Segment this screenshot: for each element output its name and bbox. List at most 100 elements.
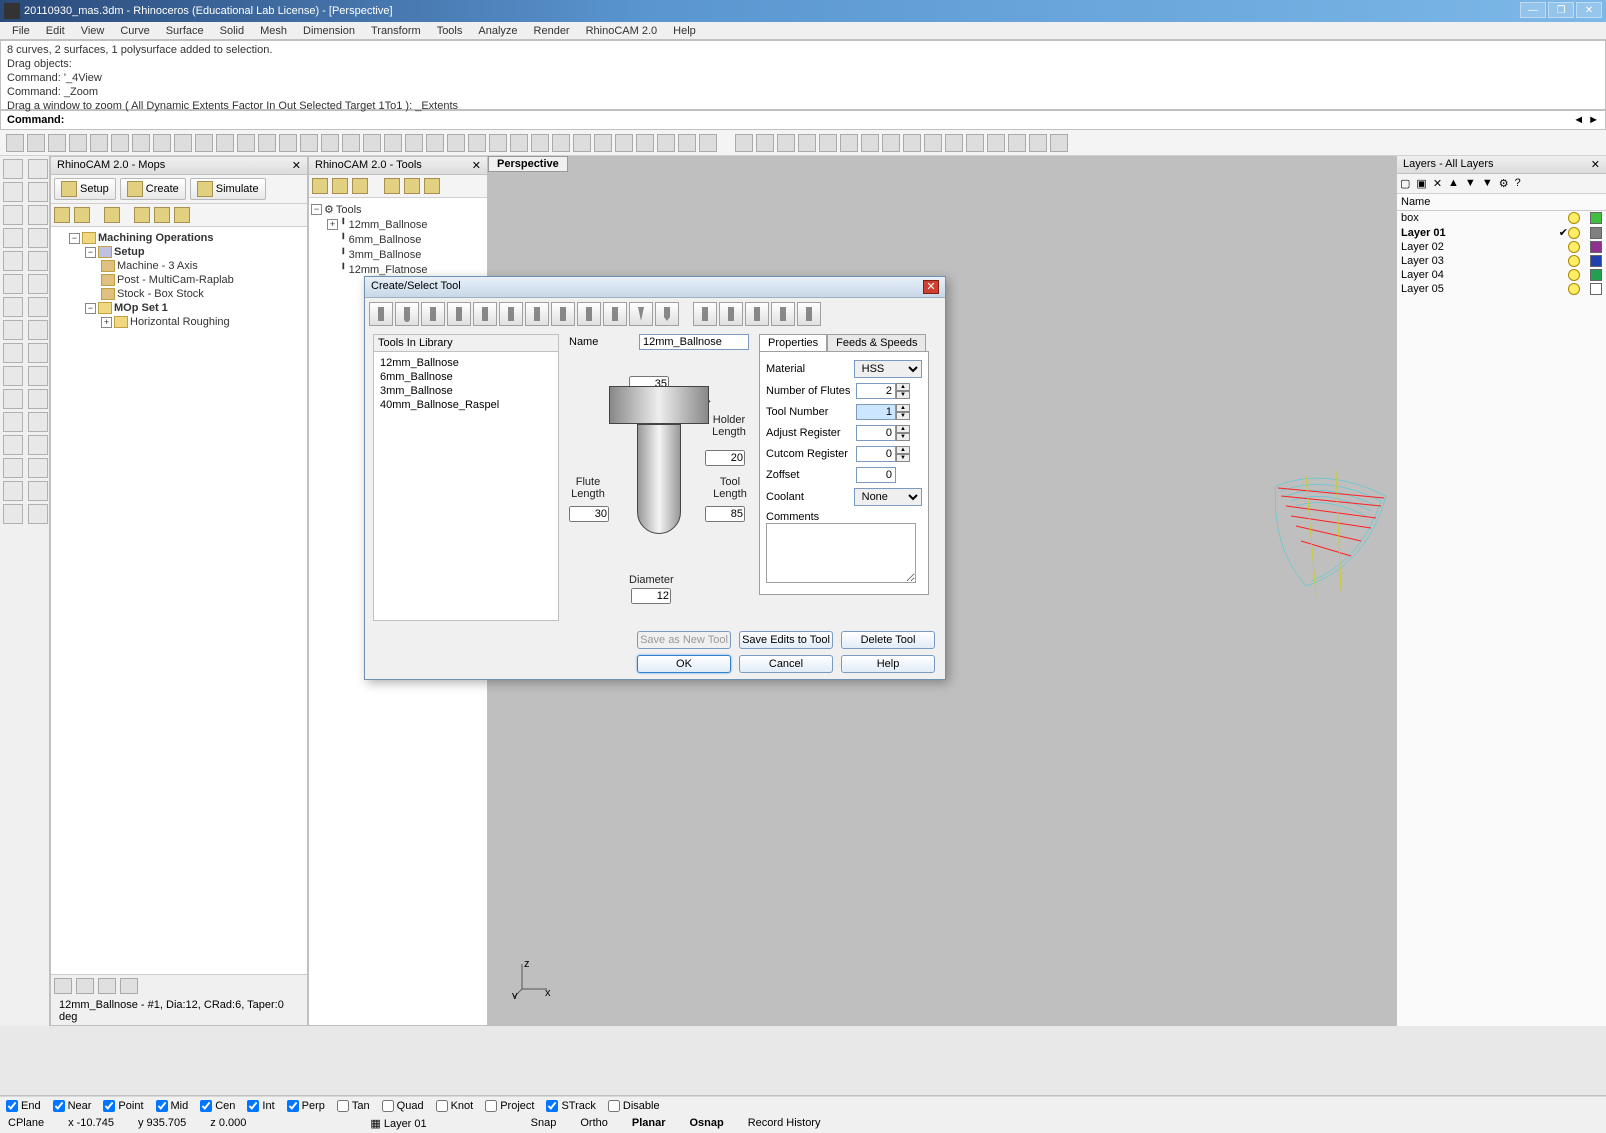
- menu-surface[interactable]: Surface: [158, 23, 212, 39]
- color-swatch[interactable]: [1590, 283, 1602, 295]
- tool-icon[interactable]: [352, 178, 368, 194]
- flute-length-input[interactable]: [569, 506, 609, 522]
- tree-tool-item[interactable]: 6mm_Ballnose: [349, 234, 422, 246]
- layers-icon[interactable]: [531, 134, 549, 152]
- tree-tools-root[interactable]: Tools: [336, 204, 362, 216]
- quad-check[interactable]: [382, 1100, 394, 1112]
- color-icon[interactable]: [552, 134, 570, 152]
- pan-icon[interactable]: [195, 134, 213, 152]
- close-button[interactable]: ✕: [1576, 2, 1602, 18]
- minimize-button[interactable]: —: [1520, 2, 1546, 18]
- dialog-close-button[interactable]: ✕: [923, 280, 939, 294]
- toolbar-icon[interactable]: [74, 207, 90, 223]
- redo-icon[interactable]: [174, 134, 192, 152]
- tooltype-icon[interactable]: [629, 302, 653, 326]
- toolbar-icon[interactable]: [54, 207, 70, 223]
- ortho-toggle[interactable]: Ortho: [580, 1117, 608, 1129]
- print-icon[interactable]: [69, 134, 87, 152]
- box-tool[interactable]: [3, 297, 23, 317]
- properties-icon[interactable]: [573, 134, 591, 152]
- tree-setup[interactable]: Setup: [114, 246, 145, 258]
- help-button[interactable]: Help: [841, 655, 935, 673]
- paste-icon[interactable]: [132, 134, 150, 152]
- menu-tools[interactable]: Tools: [429, 23, 471, 39]
- filter-icon[interactable]: [636, 134, 654, 152]
- cylinder-tool[interactable]: [3, 320, 23, 340]
- unlock-icon[interactable]: [510, 134, 528, 152]
- help-icon[interactable]: [699, 134, 717, 152]
- open-icon[interactable]: [27, 134, 45, 152]
- setup-button[interactable]: Setup: [54, 178, 116, 200]
- panel-close-icon[interactable]: ✕: [472, 159, 481, 172]
- tooltype-icon[interactable]: [421, 302, 445, 326]
- visibility-icon[interactable]: [1568, 212, 1580, 224]
- tool-name-input[interactable]: [639, 334, 749, 350]
- mops-tree[interactable]: −Machining Operations −Setup Machine - 3…: [51, 227, 307, 974]
- point-tool[interactable]: [3, 274, 23, 294]
- layer-row[interactable]: Layer 05: [1397, 282, 1606, 296]
- tools-icon[interactable]: ⚙: [1499, 177, 1509, 190]
- menu-file[interactable]: File: [4, 23, 38, 39]
- toolbar-icon[interactable]: [174, 207, 190, 223]
- library-item[interactable]: 3mm_Ballnose: [378, 384, 554, 398]
- new-sublayer-icon[interactable]: ▣: [1416, 177, 1426, 190]
- save-as-new-button[interactable]: Save as New Tool: [637, 631, 731, 649]
- 4view-icon[interactable]: [342, 134, 360, 152]
- split-tool[interactable]: [28, 435, 48, 455]
- check-icon[interactable]: [1029, 134, 1047, 152]
- tool-length-input[interactable]: [705, 506, 745, 522]
- up-icon[interactable]: ▲: [1448, 177, 1459, 190]
- rotate-icon[interactable]: [216, 134, 234, 152]
- array-tool[interactable]: [3, 504, 23, 524]
- tree-machining-ops[interactable]: Machining Operations: [98, 232, 214, 244]
- color-swatch[interactable]: [1590, 227, 1602, 239]
- dim6-icon[interactable]: [840, 134, 858, 152]
- new-layer-icon[interactable]: ▢: [1400, 177, 1410, 190]
- save-edits-button[interactable]: Save Edits to Tool: [739, 631, 833, 649]
- tooltype-icon[interactable]: [603, 302, 627, 326]
- zoom-window-icon[interactable]: [279, 134, 297, 152]
- color-swatch[interactable]: [1590, 241, 1602, 253]
- menu-view[interactable]: View: [73, 23, 113, 39]
- adjust-input[interactable]: [856, 425, 896, 441]
- visibility-icon[interactable]: [1568, 269, 1580, 281]
- menu-dimension[interactable]: Dimension: [295, 23, 363, 39]
- delete-tool-button[interactable]: Delete Tool: [841, 631, 935, 649]
- tool-icon[interactable]: [332, 178, 348, 194]
- fillet-tool[interactable]: [3, 412, 23, 432]
- icon[interactable]: [76, 978, 94, 994]
- show-icon[interactable]: [468, 134, 486, 152]
- tool-icon[interactable]: [404, 178, 420, 194]
- create-button[interactable]: Create: [120, 178, 186, 200]
- project-check[interactable]: [485, 1100, 497, 1112]
- simulate-button[interactable]: Simulate: [190, 178, 266, 200]
- mirror-tool[interactable]: [28, 504, 48, 524]
- near-check[interactable]: [53, 1100, 65, 1112]
- icon[interactable]: [98, 978, 116, 994]
- tooltype-icon[interactable]: [577, 302, 601, 326]
- layer-row[interactable]: box: [1397, 211, 1606, 225]
- car-icon[interactable]: [363, 134, 381, 152]
- tooltype-icon[interactable]: [525, 302, 549, 326]
- cone-tool[interactable]: [3, 343, 23, 363]
- dim9-icon[interactable]: [903, 134, 921, 152]
- tool-icon[interactable]: [312, 178, 328, 194]
- dim13-icon[interactable]: [987, 134, 1005, 152]
- current-layer[interactable]: Layer 01: [384, 1118, 427, 1130]
- scroll-right-icon[interactable]: ►: [1588, 114, 1599, 126]
- int-check[interactable]: [247, 1100, 259, 1112]
- sun-icon[interactable]: [426, 134, 444, 152]
- holder-length-input[interactable]: [705, 450, 745, 466]
- toolbar-icon[interactable]: [104, 207, 120, 223]
- tooltype-icon[interactable]: [499, 302, 523, 326]
- zoom-icon[interactable]: [237, 134, 255, 152]
- polyline-tool[interactable]: [28, 182, 48, 202]
- snap-toggle[interactable]: Snap: [531, 1117, 557, 1129]
- line-tool[interactable]: [3, 182, 23, 202]
- panel-close-icon[interactable]: ✕: [292, 159, 301, 172]
- dim14-icon[interactable]: [1008, 134, 1026, 152]
- chamfer-tool[interactable]: [28, 412, 48, 432]
- sweep-tool[interactable]: [28, 366, 48, 386]
- save-icon[interactable]: [48, 134, 66, 152]
- menu-transform[interactable]: Transform: [363, 23, 429, 39]
